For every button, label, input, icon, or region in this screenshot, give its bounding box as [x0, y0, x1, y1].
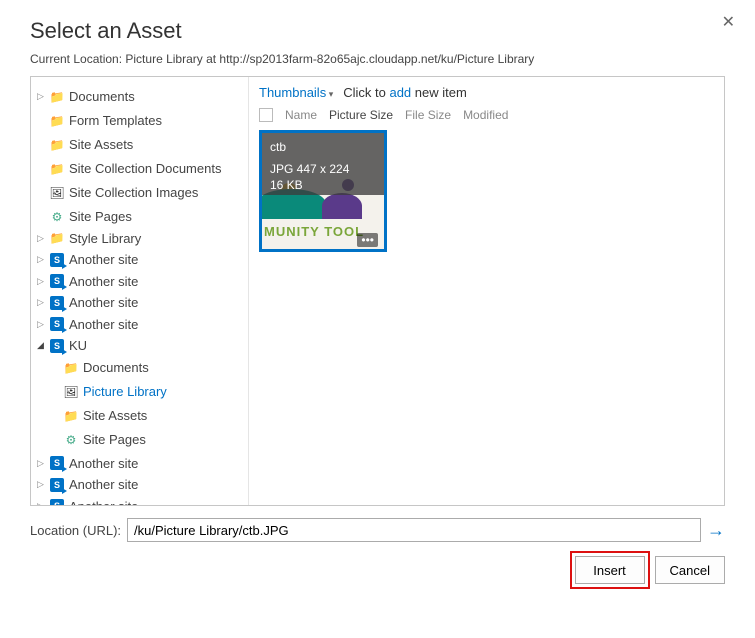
tree-item-label: Site Collection Images [69, 185, 198, 200]
tree-item-label: KU [69, 338, 87, 353]
folder-icon [63, 408, 79, 424]
column-headers: Name Picture Size File Size Modified [259, 106, 714, 130]
col-file-size[interactable]: File Size [405, 108, 451, 122]
twisty-closed-icon[interactable]: ▷ [37, 276, 47, 287]
tree-item[interactable]: ◢ KU [37, 338, 87, 354]
tree-item[interactable]: Site Assets [37, 137, 133, 153]
twisty-open-icon[interactable]: ◢ [37, 340, 47, 351]
tile-name: ctb [270, 139, 376, 155]
tree-item-label: Style Library [69, 231, 141, 246]
tile-overlay: ctb JPG 447 x 224 16 KB [262, 133, 384, 195]
tree-item-label: Form Templates [69, 113, 162, 128]
tile-size: 16 KB [270, 177, 376, 193]
tree-item[interactable]: ▷ Another site [37, 295, 138, 311]
main-panel: ▷ Documents Form Templates Site Assets Site … [30, 76, 725, 506]
tree-item[interactable]: Form Templates [37, 113, 162, 129]
sp-icon [49, 498, 65, 505]
gear-icon [63, 432, 79, 448]
sp-icon [49, 273, 65, 289]
twisty-closed-icon[interactable]: ▷ [37, 254, 47, 265]
tree-item[interactable]: ▷ Another site [37, 477, 138, 493]
tree-item[interactable]: ▷ Documents [37, 89, 135, 105]
tree-item[interactable]: Documents [51, 360, 149, 376]
tile-dims: JPG 447 x 224 [270, 161, 376, 177]
close-icon[interactable]: ✕ [722, 12, 735, 32]
sp-icon [49, 295, 65, 311]
col-name[interactable]: Name [285, 108, 317, 122]
view-dropdown[interactable]: Thumbnails [259, 85, 333, 100]
location-url-input[interactable] [127, 518, 701, 542]
folder-icon [63, 360, 79, 376]
location-row: Location (URL): → [30, 518, 725, 542]
tree-item-label: Documents [83, 360, 149, 375]
col-modified[interactable]: Modified [463, 108, 508, 122]
tree-item[interactable]: ▷ Another site [37, 316, 138, 332]
tile-menu-icon[interactable]: ••• [357, 233, 378, 247]
tree-item-label: Site Assets [83, 408, 147, 423]
sp-icon [49, 252, 65, 268]
twisty-closed-icon[interactable]: ▷ [37, 479, 47, 490]
folder-icon [49, 113, 65, 129]
go-arrow-icon[interactable]: → [707, 520, 725, 541]
tree-item-label: Another site [69, 317, 138, 332]
tree-item[interactable]: ▷ Another site [37, 252, 138, 268]
sp-icon [49, 477, 65, 493]
tree-item-label: Another site [69, 295, 138, 310]
tree-item-label: Site Pages [69, 209, 132, 224]
folder-icon [49, 161, 65, 177]
tree-item-label: Another site [69, 477, 138, 492]
gear-icon [49, 209, 65, 225]
tree-item-label: Site Collection Documents [69, 161, 221, 176]
sp-icon [49, 316, 65, 332]
dialog-title: Select an Asset [30, 18, 725, 44]
tree-item[interactable]: Site Collection Images [37, 185, 198, 201]
img-icon [63, 384, 79, 400]
cancel-button[interactable]: Cancel [655, 556, 725, 584]
img-icon [49, 185, 65, 201]
folder-icon [49, 137, 65, 153]
select-all-checkbox[interactable] [259, 108, 273, 122]
current-location-value: Picture Library at http://sp2013farm-82o… [125, 52, 534, 66]
tree-pane[interactable]: ▷ Documents Form Templates Site Assets Site … [31, 77, 249, 505]
tree-item[interactable]: ▷ Another site [37, 455, 138, 471]
tree-item[interactable]: Site Pages [37, 209, 132, 225]
tree-item-label: Another site [69, 252, 138, 267]
tree-item[interactable]: Site Collection Documents [37, 161, 221, 177]
tree-item[interactable]: Picture Library [51, 384, 167, 400]
tree-item-label: Another site [69, 456, 138, 471]
asset-tile[interactable]: MUNITY TOOL ctb JPG 447 x 224 16 KB ••• [259, 130, 387, 252]
tree-item[interactable]: ▷ Another site [37, 498, 138, 505]
add-item-prompt: Click to add new item [343, 85, 467, 100]
folder-icon [49, 89, 65, 105]
tree-item-label: Site Pages [83, 432, 146, 447]
add-link[interactable]: add [389, 85, 411, 100]
tree-item[interactable]: Site Assets [51, 408, 147, 424]
twisty-closed-icon[interactable]: ▷ [37, 91, 47, 102]
tree-item[interactable]: ▷ Another site [37, 273, 138, 289]
col-picture-size[interactable]: Picture Size [329, 108, 393, 122]
current-location: Current Location: Picture Library at htt… [30, 52, 725, 66]
tree-item-label: Site Assets [69, 137, 133, 152]
tree-item-label: Picture Library [83, 384, 167, 399]
tree-item-label: Documents [69, 89, 135, 104]
tree-item[interactable]: ▷ Style Library [37, 230, 141, 246]
tree-item-label: Another site [69, 499, 138, 506]
twisty-closed-icon[interactable]: ▷ [37, 297, 47, 308]
twisty-closed-icon[interactable]: ▷ [37, 458, 47, 469]
content-header: Thumbnails Click to add new item [259, 83, 714, 106]
tree-item[interactable]: Site Pages [51, 432, 146, 448]
sp-icon [49, 455, 65, 471]
tree-item-label: Another site [69, 274, 138, 289]
twisty-closed-icon[interactable]: ▷ [37, 319, 47, 330]
twisty-closed-icon[interactable]: ▷ [37, 233, 47, 244]
current-location-label: Current Location: [30, 52, 125, 66]
location-url-label: Location (URL): [30, 523, 121, 538]
twisty-closed-icon[interactable]: ▷ [37, 501, 47, 506]
content-pane: Thumbnails Click to add new item Name Pi… [249, 77, 724, 505]
sp-icon [49, 338, 65, 354]
button-row: Insert Cancel [30, 556, 725, 584]
folder-icon [49, 230, 65, 246]
insert-button[interactable]: Insert [575, 556, 645, 584]
